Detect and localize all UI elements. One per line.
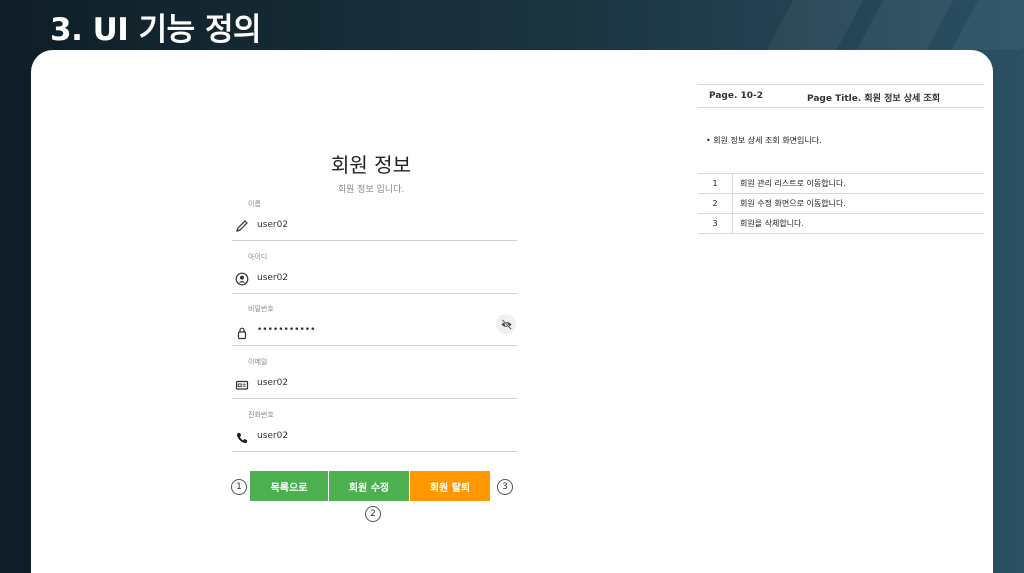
name-label: 이름 [248,200,261,208]
field-underline [232,345,517,346]
id-card-icon [235,377,249,391]
toggle-visibility-button[interactable] [496,314,516,334]
name-field: 이름 user02 [232,199,517,251]
marker-2: 2 [365,506,381,522]
id-value[interactable]: user02 [257,273,288,283]
description-note: • 회원 정보 상세 조회 화면입니다. [706,136,822,145]
phone-value[interactable]: user02 [257,431,288,441]
row-number: 3 [698,213,733,234]
row-number: 2 [698,193,733,214]
lock-icon [235,325,249,340]
description-note-text: 회원 정보 상세 조회 화면입니다. [713,136,822,145]
edit-member-button[interactable]: 회원 수정 [329,471,409,501]
slide-title: 3. UI 기능 정의 [50,12,262,48]
name-value[interactable]: user02 [257,220,288,230]
user-icon [235,271,249,286]
email-label: 이메일 [248,358,268,366]
eye-off-icon [500,318,512,330]
description-header: Page. 10-2 Page Title. 회원 정보 상세 조회 [698,84,984,108]
password-label: 비밀번호 [248,305,274,313]
row-text: 회원 수정 화면으로 이동합니다. [732,193,984,214]
background-stripe [766,0,864,50]
description-table: 1 회원 관리 리스트로 이동합니다. 2 회원 수정 화면으로 이동합니다. … [698,173,984,234]
phone-field: 전화번호 user02 [232,410,517,462]
delete-member-button[interactable]: 회원 탈퇴 [410,471,490,501]
email-field: 이메일 user02 [232,357,517,409]
background-stripe [856,0,954,50]
form-title: 회원 정보 [331,153,411,177]
marker-3: 3 [497,479,513,495]
marker-1: 1 [231,479,247,495]
id-label: 아이디 [248,253,268,261]
field-underline [232,398,517,399]
phone-label: 전화번호 [248,411,274,419]
id-field: 아이디 user02 [232,252,517,304]
page-number: Page. 10-2 [709,91,764,101]
page-title: Page Title. 회원 정보 상세 조회 [807,94,941,104]
email-value[interactable]: user02 [257,378,288,388]
back-to-list-button[interactable]: 목록으로 [250,471,328,501]
table-row: 2 회원 수정 화면으로 이동합니다. [698,193,984,214]
background-stripe [951,0,1024,50]
table-row: 3 회원을 삭제합니다. [698,213,984,234]
field-underline [232,451,517,452]
form-subtitle: 회원 정보 입니다. [337,185,405,195]
table-row: 1 회원 관리 리스트로 이동합니다. [698,173,984,194]
row-text: 회원을 삭제합니다. [732,213,984,234]
field-underline [232,293,517,294]
phone-icon [235,430,249,444]
password-field: 비밀번호 ••••••••••• [232,304,517,356]
password-value[interactable]: ••••••••••• [257,325,315,335]
row-number: 1 [698,173,733,194]
field-underline [232,240,517,241]
row-text: 회원 관리 리스트로 이동합니다. [732,173,984,194]
pencil-icon [235,218,249,232]
